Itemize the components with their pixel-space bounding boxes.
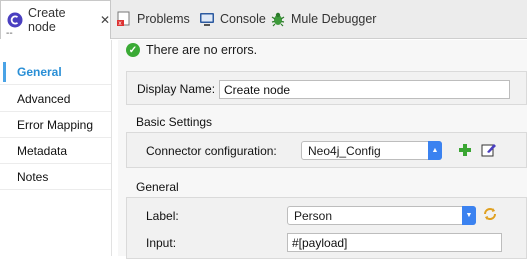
chevron-down-icon: ▼ [462, 206, 476, 225]
connector-config-value: Neo4j_Config [308, 144, 381, 158]
tab-label: Create node [28, 6, 66, 34]
sidebar-item-error-mapping[interactable]: Error Mapping [0, 112, 111, 138]
tab-problems[interactable]: x Problems [116, 0, 190, 38]
general-section-title: General [136, 180, 179, 194]
check-icon: ✓ [126, 43, 140, 57]
display-name-input[interactable]: Create node [219, 80, 510, 99]
input-field-label: Input: [146, 236, 177, 250]
tab-create-node[interactable]: Create node ✕ [0, 0, 111, 39]
connector-config-select[interactable]: Neo4j_Config ▲ [301, 141, 442, 160]
tab-label: Problems [137, 12, 190, 26]
display-name-label: Display Name: [137, 82, 216, 96]
sidebar-item-label: Advanced [17, 91, 71, 106]
mule-icon [7, 12, 23, 28]
input-field[interactable]: #[payload] [287, 233, 502, 252]
close-icon[interactable]: ✕ [100, 13, 110, 27]
tab-subtext: -- [6, 28, 13, 39]
sidebar-item-general[interactable]: General [0, 59, 111, 85]
basic-settings-group: Connector configuration: Neo4j_Config ▲ [126, 132, 527, 168]
svg-text:x: x [118, 20, 122, 27]
connector-config-label: Connector configuration: [146, 144, 277, 158]
label-select[interactable]: Person ▼ [287, 206, 476, 225]
status-message: ✓ There are no errors. [126, 43, 257, 57]
tab-label: Console [220, 12, 266, 26]
add-config-icon[interactable] [458, 143, 472, 157]
sidebar-item-label: Notes [17, 169, 49, 184]
properties-content: ✓ There are no errors. Display Name: Cre… [118, 40, 527, 259]
bug-icon [270, 11, 286, 27]
general-group: Label: Person ▼ Input: #[payload] [126, 197, 527, 259]
display-name-group: Display Name: Create node [126, 71, 527, 105]
sidebar-item-advanced[interactable]: Advanced [0, 86, 111, 112]
tab-mule-debugger[interactable]: Mule Debugger [270, 0, 376, 38]
sidebar-item-notes[interactable]: Notes [0, 164, 111, 190]
editor-tab-bar: Create node ✕ -- x Problems Console Mule… [0, 0, 527, 39]
status-text: There are no errors. [146, 43, 258, 57]
console-icon [199, 11, 215, 27]
tab-console[interactable]: Console [199, 0, 266, 38]
problems-icon: x [116, 11, 132, 27]
sidebar-item-label: Error Mapping [17, 117, 94, 132]
tab-label: Mule Debugger [291, 12, 377, 26]
sidebar-item-metadata[interactable]: Metadata [0, 138, 111, 164]
sidebar-item-label: Metadata [17, 143, 68, 158]
properties-sidebar: General Advanced Error Mapping Metadata … [0, 40, 112, 256]
basic-settings-title: Basic Settings [136, 115, 213, 129]
label-field-label: Label: [146, 209, 179, 223]
edit-config-icon[interactable] [481, 142, 497, 158]
label-select-value: Person [294, 209, 333, 223]
chevron-updown-icon: ▲ [428, 141, 442, 160]
refresh-icon[interactable] [482, 206, 498, 222]
sidebar-item-label: General [17, 64, 62, 79]
